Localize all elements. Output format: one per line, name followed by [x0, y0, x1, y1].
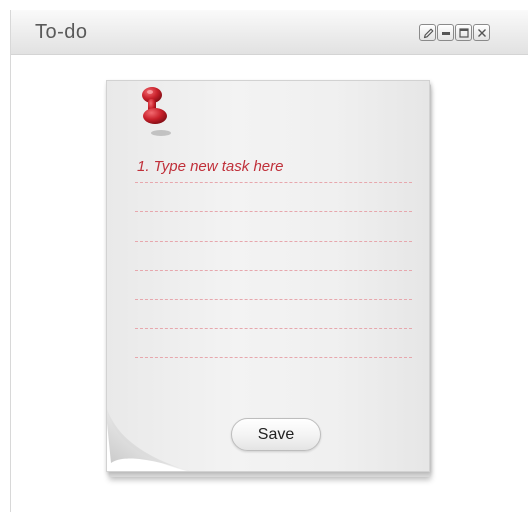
- window-title: To-do: [35, 21, 88, 43]
- pushpin-icon: [142, 87, 171, 136]
- pencil-icon: [423, 28, 434, 39]
- page-curl: [107, 409, 189, 471]
- minimize-button[interactable]: [437, 24, 454, 41]
- task-line-3[interactable]: [135, 241, 412, 242]
- minimize-icon: [442, 32, 450, 35]
- edit-button[interactable]: [419, 24, 436, 41]
- close-button[interactable]: [473, 24, 490, 41]
- close-icon: [478, 29, 486, 37]
- window-titlebar[interactable]: To-do: [11, 10, 528, 55]
- todo-note: 1. Type new task here Save: [106, 80, 430, 472]
- maximize-button[interactable]: [455, 24, 472, 41]
- task-line-1: [135, 182, 412, 183]
- maximize-icon: [459, 28, 469, 38]
- task-line-7[interactable]: [135, 357, 412, 358]
- task-item-1[interactable]: 1. Type new task here: [137, 158, 283, 175]
- task-line-5[interactable]: [135, 299, 412, 300]
- save-button[interactable]: Save: [231, 418, 321, 451]
- task-line-6[interactable]: [135, 328, 412, 329]
- task-line-4[interactable]: [135, 270, 412, 271]
- task-line-2[interactable]: [135, 211, 412, 212]
